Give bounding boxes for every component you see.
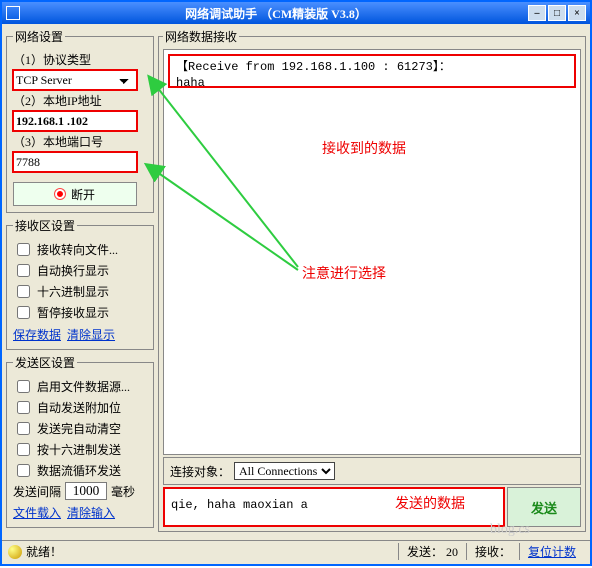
recv-data-group: 网络数据接收 【Receive from 192.168.1.100 : 612… (158, 28, 586, 532)
ip-label: （2）本地IP地址 (13, 92, 147, 109)
send-count-label: 发送： (407, 545, 443, 559)
app-icon (6, 6, 20, 20)
send-button[interactable]: 发送 (507, 487, 581, 527)
save-data-link[interactable]: 保存数据 (13, 328, 61, 342)
recv-count-label: 接收： (475, 545, 511, 559)
network-settings-group: 网络设置 （1）协议类型 TCP Server （2）本地IP地址 （3）本地端… (6, 28, 154, 213)
maximize-button[interactable]: □ (548, 5, 566, 21)
send-settings-group: 发送区设置 启用文件数据源... 自动发送附加位 发送完自动清空 按十六进制发送… (6, 354, 154, 528)
auto-wrap-checkbox[interactable]: 自动换行显示 (13, 261, 147, 280)
clear-input-link[interactable]: 清除输入 (67, 506, 115, 520)
interval-unit: 毫秒 (111, 483, 135, 500)
recv-line-1: 【Receive from 192.168.1.100 : 61273】： (176, 60, 568, 76)
clear-display-link[interactable]: 清除显示 (67, 328, 115, 342)
port-label: （3）本地端口号 (13, 133, 147, 150)
send-count-value: 20 (446, 545, 458, 559)
reset-count-link[interactable]: 复位计数 (528, 545, 576, 559)
hex-send-checkbox[interactable]: 按十六进制发送 (13, 440, 147, 459)
statusbar: 就绪！ 发送： 20 接收： 复位计数 (2, 540, 590, 562)
send-text-content: qie, haha maoxian a (171, 498, 308, 512)
recv-highlighted: 【Receive from 192.168.1.100 : 61273】： ha… (168, 54, 576, 88)
file-load-link[interactable]: 文件载入 (13, 506, 61, 520)
pause-recv-checkbox[interactable]: 暂停接收显示 (13, 303, 147, 322)
titlebar: 网络调试助手 （CM精装版 V3.8） – □ × (2, 2, 590, 24)
recv-line-2: haha (176, 76, 568, 92)
bulb-icon (8, 545, 22, 559)
hex-display-checkbox[interactable]: 十六进制显示 (13, 282, 147, 301)
record-icon (55, 189, 65, 199)
network-settings-legend: 网络设置 (13, 28, 65, 45)
recv-data-legend: 网络数据接收 (163, 28, 239, 45)
connection-target-bar: 连接对象： All Connections (163, 457, 581, 485)
annotation-sent: 发送的数据 (395, 497, 465, 513)
protocol-label: （1）协议类型 (13, 51, 147, 68)
minimize-button[interactable]: – (528, 5, 546, 21)
status-ready: 就绪！ (26, 543, 62, 560)
target-label: 连接对象： (170, 463, 230, 480)
auto-clear-checkbox[interactable]: 发送完自动清空 (13, 419, 147, 438)
recv-textarea[interactable]: 【Receive from 192.168.1.100 : 61273】： ha… (163, 49, 581, 455)
interval-input[interactable] (65, 482, 107, 500)
interval-label: 发送间隔 (13, 483, 61, 500)
recv-settings-legend: 接收区设置 (13, 217, 77, 234)
disconnect-button[interactable]: 断开 (13, 182, 137, 206)
protocol-select[interactable]: TCP Server (13, 70, 137, 90)
window-title: 网络调试助手 （CM精装版 V3.8） (24, 5, 528, 22)
recv-to-file-checkbox[interactable]: 接收转向文件... (13, 240, 147, 259)
file-source-checkbox[interactable]: 启用文件数据源... (13, 377, 147, 396)
recv-settings-group: 接收区设置 接收转向文件... 自动换行显示 十六进制显示 暂停接收显示 保存数… (6, 217, 154, 350)
disconnect-label: 断开 (71, 186, 95, 203)
send-textarea[interactable]: qie, haha maoxian a 发送的数据 (163, 487, 505, 527)
close-button[interactable]: × (568, 5, 586, 21)
ip-input[interactable] (13, 111, 137, 131)
loop-send-checkbox[interactable]: 数据流循环发送 (13, 461, 147, 480)
target-select[interactable]: All Connections (234, 462, 335, 480)
send-settings-legend: 发送区设置 (13, 354, 77, 371)
port-input[interactable] (13, 152, 137, 172)
auto-append-checkbox[interactable]: 自动发送附加位 (13, 398, 147, 417)
